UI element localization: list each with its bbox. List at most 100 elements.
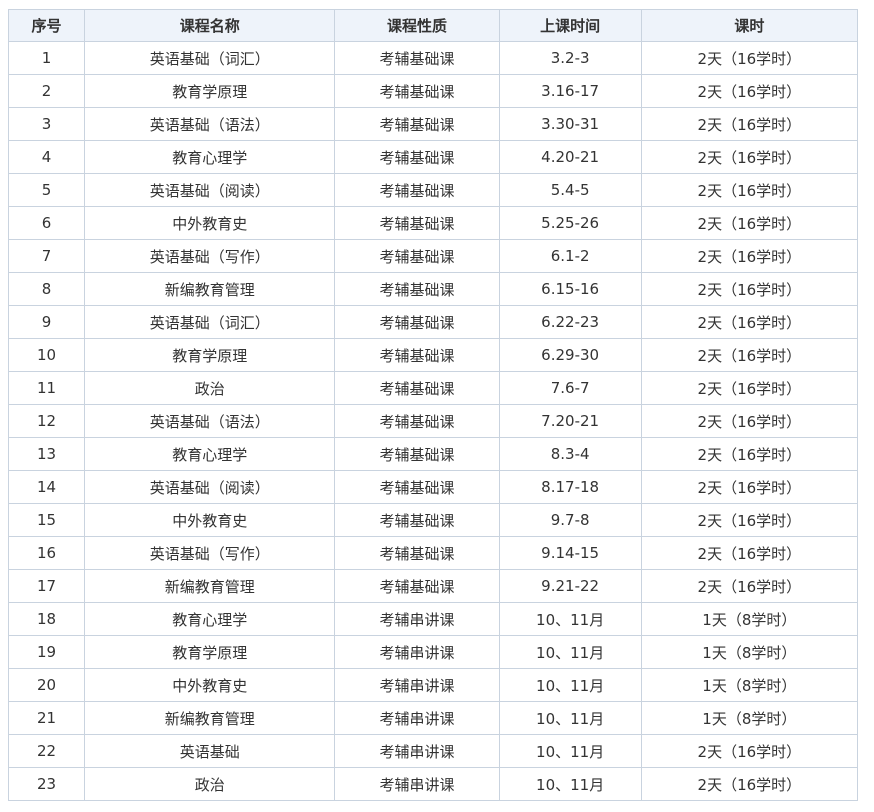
cell-class-hours: 2天（16学时） xyxy=(640,272,859,306)
cell-course-type: 考辅串讲课 xyxy=(334,734,500,768)
cell-class-hours: 2天（16学时） xyxy=(640,305,859,339)
table-row: 3 英语基础（语法） 考辅基础课 3.30-31 2天（16学时） xyxy=(7,107,859,141)
cell-class-hours: 2天（16学时） xyxy=(640,107,859,141)
cell-class-hours: 2天（16学时） xyxy=(640,470,859,504)
cell-course-type: 考辅基础课 xyxy=(334,470,500,504)
cell-class-time: 4.20-21 xyxy=(498,140,642,174)
cell-class-hours: 2天（16学时） xyxy=(640,140,859,174)
table-row: 9 英语基础（词汇） 考辅基础课 6.22-23 2天（16学时） xyxy=(7,305,859,339)
cell-class-time: 3.2-3 xyxy=(498,41,642,75)
cell-course-type: 考辅基础课 xyxy=(334,536,500,570)
cell-class-time: 6.29-30 xyxy=(498,338,642,372)
cell-class-hours: 2天（16学时） xyxy=(640,371,859,405)
cell-class-time: 9.21-22 xyxy=(498,569,642,603)
cell-class-time: 8.3-4 xyxy=(498,437,642,471)
cell-course-name: 教育心理学 xyxy=(84,140,336,174)
cell-course-name: 教育学原理 xyxy=(84,338,336,372)
table-row: 11 政治 考辅基础课 7.6-7 2天（16学时） xyxy=(7,371,859,405)
cell-index: 17 xyxy=(7,569,86,603)
cell-class-time: 10、11月 xyxy=(498,635,642,669)
cell-class-time: 10、11月 xyxy=(498,734,642,768)
cell-class-hours: 2天（16学时） xyxy=(640,569,859,603)
cell-course-type: 考辅基础课 xyxy=(334,107,500,141)
cell-course-name: 英语基础（写作） xyxy=(84,239,336,273)
cell-course-name: 英语基础（词汇） xyxy=(84,305,336,339)
header-row: 序号 课程名称 课程性质 上课时间 课时 xyxy=(7,9,859,42)
cell-course-name: 中外教育史 xyxy=(84,206,336,240)
cell-course-type: 考辅基础课 xyxy=(334,371,500,405)
cell-class-hours: 2天（16学时） xyxy=(640,404,859,438)
table-row: 23 政治 考辅串讲课 10、11月 2天（16学时） xyxy=(7,767,859,801)
cell-course-name: 英语基础（语法） xyxy=(84,404,336,438)
cell-course-type: 考辅基础课 xyxy=(334,404,500,438)
header-class-hours: 课时 xyxy=(640,9,859,42)
cell-index: 23 xyxy=(7,767,86,801)
cell-class-time: 6.1-2 xyxy=(498,239,642,273)
table-row: 4 教育心理学 考辅基础课 4.20-21 2天（16学时） xyxy=(7,140,859,174)
cell-class-hours: 2天（16学时） xyxy=(640,437,859,471)
cell-course-type: 考辅基础课 xyxy=(334,437,500,471)
table-row: 17 新编教育管理 考辅基础课 9.21-22 2天（16学时） xyxy=(7,569,859,603)
cell-class-hours: 2天（16学时） xyxy=(640,206,859,240)
cell-class-hours: 2天（16学时） xyxy=(640,338,859,372)
cell-class-hours: 2天（16学时） xyxy=(640,41,859,75)
table-header: 序号 课程名称 课程性质 上课时间 课时 xyxy=(7,9,859,42)
cell-index: 6 xyxy=(7,206,86,240)
cell-index: 19 xyxy=(7,635,86,669)
table-row: 2 教育学原理 考辅基础课 3.16-17 2天（16学时） xyxy=(7,74,859,108)
page: 序号 课程名称 课程性质 上课时间 课时 1 英语基础（词汇） 考辅基础课 3.2-3… xyxy=(0,0,874,812)
table-row: 15 中外教育史 考辅基础课 9.7-8 2天（16学时） xyxy=(7,503,859,537)
cell-class-time: 9.14-15 xyxy=(498,536,642,570)
cell-course-type: 考辅基础课 xyxy=(334,503,500,537)
cell-index: 1 xyxy=(7,41,86,75)
cell-class-hours: 1天（8学时） xyxy=(640,668,859,702)
cell-course-type: 考辅基础课 xyxy=(334,272,500,306)
cell-course-type: 考辅基础课 xyxy=(334,140,500,174)
table-row: 8 新编教育管理 考辅基础课 6.15-16 2天（16学时） xyxy=(7,272,859,306)
cell-class-hours: 2天（16学时） xyxy=(640,173,859,207)
table-body: 1 英语基础（词汇） 考辅基础课 3.2-3 2天（16学时） 2 教育学原理 考辅基础课 3.… xyxy=(7,41,859,801)
cell-class-time: 10、11月 xyxy=(498,701,642,735)
cell-course-name: 英语基础 xyxy=(84,734,336,768)
table-row: 1 英语基础（词汇） 考辅基础课 3.2-3 2天（16学时） xyxy=(7,41,859,75)
cell-class-time: 6.22-23 xyxy=(498,305,642,339)
cell-index: 7 xyxy=(7,239,86,273)
cell-class-time: 10、11月 xyxy=(498,668,642,702)
cell-index: 3 xyxy=(7,107,86,141)
cell-course-type: 考辅基础课 xyxy=(334,239,500,273)
cell-class-time: 10、11月 xyxy=(498,767,642,801)
table-row: 18 教育心理学 考辅串讲课 10、11月 1天（8学时） xyxy=(7,602,859,636)
cell-index: 11 xyxy=(7,371,86,405)
table-row: 14 英语基础（阅读） 考辅基础课 8.17-18 2天（16学时） xyxy=(7,470,859,504)
cell-course-name: 新编教育管理 xyxy=(84,701,336,735)
cell-course-type: 考辅基础课 xyxy=(334,74,500,108)
table-row: 12 英语基础（语法） 考辅基础课 7.20-21 2天（16学时） xyxy=(7,404,859,438)
cell-class-hours: 2天（16学时） xyxy=(640,536,859,570)
header-class-time: 上课时间 xyxy=(498,9,642,42)
header-course-type: 课程性质 xyxy=(334,9,500,42)
cell-index: 18 xyxy=(7,602,86,636)
cell-course-type: 考辅串讲课 xyxy=(334,668,500,702)
cell-course-type: 考辅基础课 xyxy=(334,569,500,603)
cell-class-hours: 1天（8学时） xyxy=(640,635,859,669)
cell-course-name: 英语基础（阅读） xyxy=(84,470,336,504)
cell-class-time: 3.30-31 xyxy=(498,107,642,141)
cell-index: 2 xyxy=(7,74,86,108)
cell-course-name: 教育心理学 xyxy=(84,437,336,471)
cell-class-hours: 1天（8学时） xyxy=(640,701,859,735)
cell-index: 12 xyxy=(7,404,86,438)
cell-index: 9 xyxy=(7,305,86,339)
cell-index: 13 xyxy=(7,437,86,471)
cell-class-time: 8.17-18 xyxy=(498,470,642,504)
header-index: 序号 xyxy=(7,9,86,42)
cell-class-time: 9.7-8 xyxy=(498,503,642,537)
cell-class-time: 10、11月 xyxy=(498,602,642,636)
cell-course-name: 英语基础（写作） xyxy=(84,536,336,570)
cell-course-type: 考辅串讲课 xyxy=(334,602,500,636)
cell-class-hours: 2天（16学时） xyxy=(640,767,859,801)
table-row: 7 英语基础（写作） 考辅基础课 6.1-2 2天（16学时） xyxy=(7,239,859,273)
table-row: 19 教育学原理 考辅串讲课 10、11月 1天（8学时） xyxy=(7,635,859,669)
course-schedule-table: 序号 课程名称 课程性质 上课时间 课时 1 英语基础（词汇） 考辅基础课 3.2-3… xyxy=(7,9,859,801)
table-row: 6 中外教育史 考辅基础课 5.25-26 2天（16学时） xyxy=(7,206,859,240)
cell-index: 16 xyxy=(7,536,86,570)
